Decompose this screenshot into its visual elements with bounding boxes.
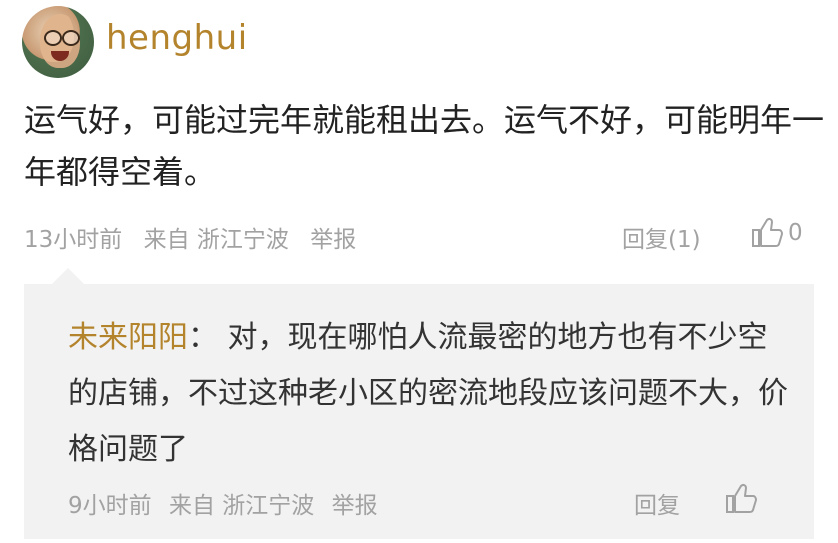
reply-like-button[interactable]	[724, 482, 758, 516]
reply-meta-left: 9小时前 来自 浙江宁波 举报	[68, 486, 388, 520]
reply-source: 来自 浙江宁波	[168, 493, 315, 519]
avatar-glasses-right	[62, 30, 80, 46]
reply-box-caret	[52, 268, 84, 284]
reply-button[interactable]: 回复(1)	[622, 220, 701, 254]
report-button[interactable]: 举报	[310, 227, 356, 253]
comment-source: 来自 浙江宁波	[143, 227, 289, 253]
reply-separator: ：	[188, 320, 218, 355]
reply-content: 未来阳阳： 对，现在哪怕人流最密的地方也有不少空的店铺，不过这种老小区的密流地段…	[68, 310, 788, 478]
reply-author[interactable]: 未来阳阳	[68, 320, 188, 355]
like-count: 0	[788, 220, 803, 246]
comment-meta-row: 13小时前 来自 浙江宁波 举报 回复(1) 0	[24, 216, 806, 254]
reply-meta-row: 9小时前 来自 浙江宁波 举报 回复	[68, 482, 790, 520]
comment-time: 13小时前	[24, 227, 123, 253]
reply-reply-button[interactable]: 回复	[634, 486, 680, 520]
thumbs-up-icon	[752, 217, 783, 247]
thumbs-up-icon	[726, 483, 757, 513]
username[interactable]: henghui	[106, 18, 248, 58]
comment-meta-left: 13小时前 来自 浙江宁波 举报	[24, 220, 370, 254]
reply-time: 9小时前	[68, 493, 152, 519]
user-avatar[interactable]	[22, 6, 94, 78]
comment-text: 运气好，可能过完年就能租出去。运气不好，可能明年一年都得空着。	[24, 101, 825, 191]
like-button[interactable]: 0	[750, 216, 803, 250]
reply-report-button[interactable]: 举报	[332, 493, 378, 519]
reply-box: 未来阳阳： 对，现在哪怕人流最密的地方也有不少空的店铺，不过这种老小区的密流地段…	[24, 268, 814, 539]
avatar-glasses-left	[44, 30, 62, 46]
